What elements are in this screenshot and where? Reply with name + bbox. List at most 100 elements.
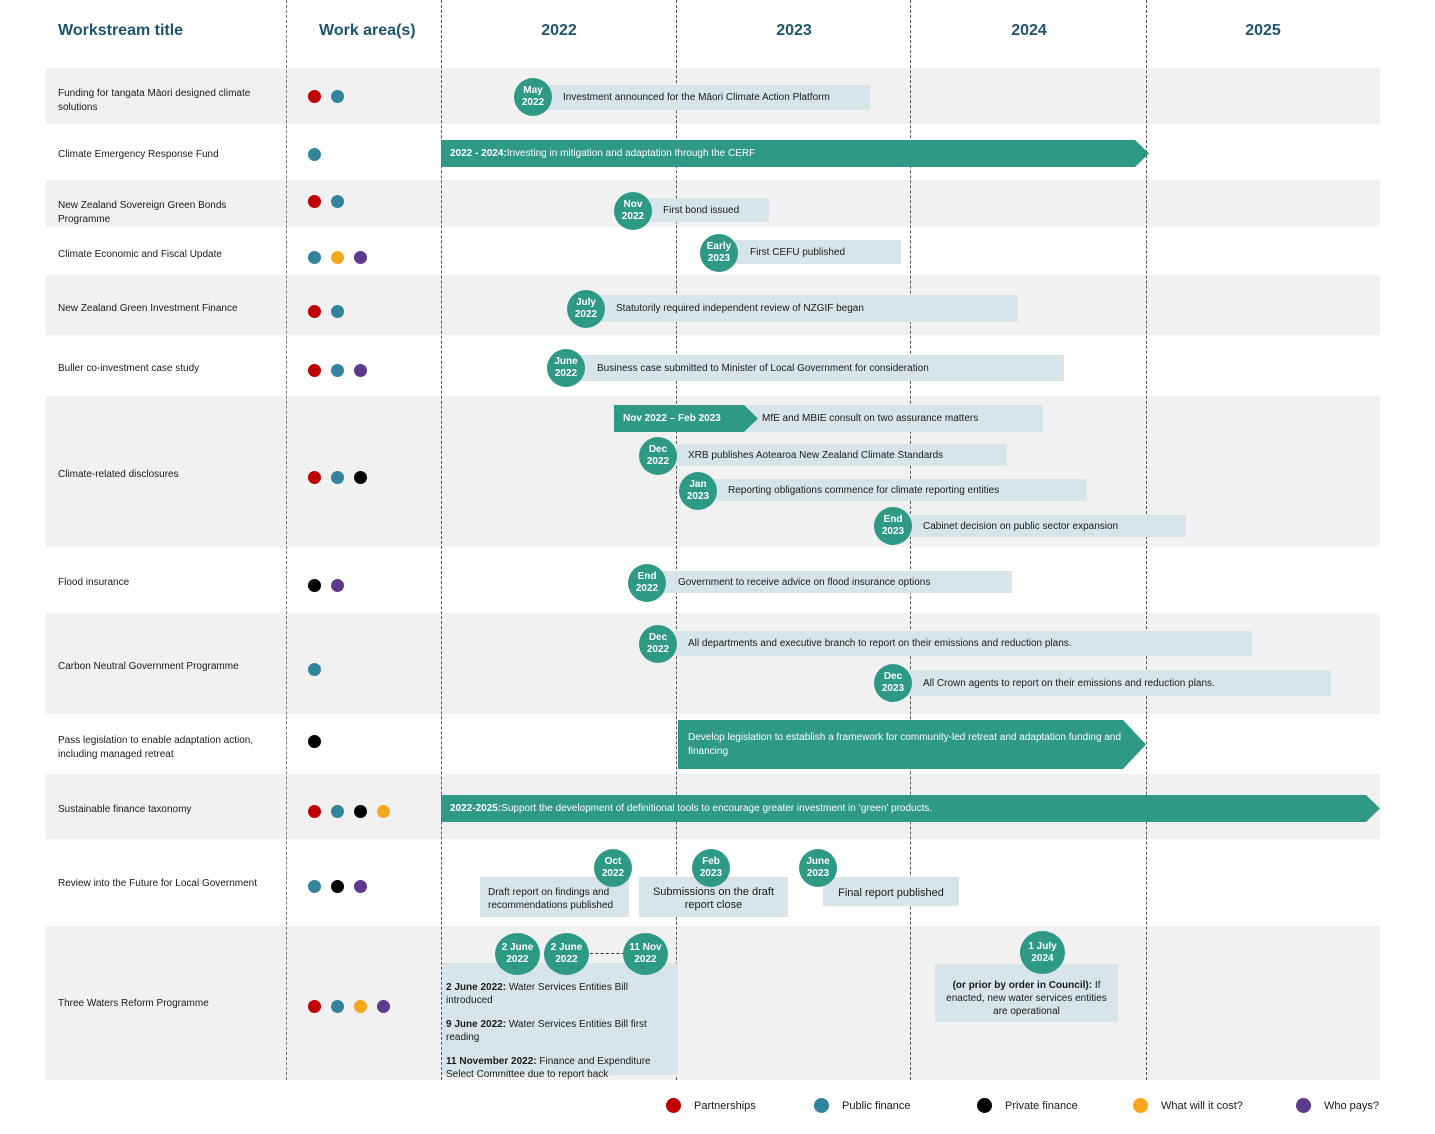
milestone-text: All Crown agents to report on their emis… [923, 677, 1215, 689]
milestone-date-badge: Jan 2023 [679, 472, 717, 510]
year-2024-header: 2024 [1011, 22, 1047, 39]
who-pays-dot-icon [1296, 1098, 1311, 1113]
private-finance-dot-icon [354, 805, 367, 818]
private-finance-dot-icon [331, 880, 344, 893]
milestone-date-badge: End 2023 [874, 507, 912, 545]
milestone-bar: Final report published [823, 877, 959, 906]
public-finance-dot-icon [308, 663, 321, 676]
public-finance-dot-icon [308, 251, 321, 264]
partnerships-dot-icon [308, 195, 321, 208]
workstream-title: Funding for tangata Māori designed clima… [58, 88, 251, 113]
legend-who-pays: Who pays? [1296, 1098, 1379, 1113]
legislation-arrow-label: Develop legislation to establish a frame… [688, 731, 1122, 757]
public-finance-dot-icon [331, 364, 344, 377]
workstream-title: Buller co-investment case study [58, 363, 200, 374]
milestone-text: Reporting obligations commence for clima… [728, 484, 1000, 496]
public-finance-dot-icon [331, 1000, 344, 1013]
workstream-title: Carbon Neutral Government Programme [58, 661, 239, 672]
milestone-text: Business case submitted to Minister of L… [597, 362, 929, 374]
milestone-bar: Business case submitted to Minister of L… [566, 355, 1064, 381]
three-waters-detail-box: 2 June 2022: Water Services Entities Bil… [442, 963, 678, 1080]
public-finance-dot-icon [308, 148, 321, 161]
milestone-date-badge: Dec 2022 [639, 437, 677, 475]
milestone-bar: MfE and MBIE consult on two assurance ma… [735, 405, 1043, 432]
milestone-text: All departments and executive branch to … [688, 638, 1072, 649]
milestone-text: Submissions on the draft report close [652, 886, 775, 911]
workstream-title: Review into the Future for Local Governm… [58, 878, 257, 889]
milestone-date-badge: Feb 2023 [692, 849, 730, 887]
detail-line: 9 June 2022: Water Services Entities Bil… [446, 1019, 647, 1043]
year-2022-header: 2022 [541, 22, 577, 39]
who-pays-dot-icon [354, 251, 367, 264]
milestone-text: Government to receive advice on flood in… [678, 576, 931, 588]
milestone-bar: Government to receive advice on flood in… [647, 571, 1012, 593]
partnerships-dot-icon [666, 1098, 681, 1113]
legend-private-finance: Private finance [977, 1098, 1078, 1113]
private-finance-dot-icon [308, 735, 321, 748]
legend-what-will-it-cost: What will it cost? [1133, 1098, 1243, 1113]
milestone-text: Cabinet decision on public sector expans… [923, 520, 1119, 532]
milestone-text: First CEFU published [750, 246, 846, 258]
milestone-date-badge: Oct 2022 [594, 849, 632, 887]
who-pays-dot-icon [354, 880, 367, 893]
partnerships-dot-icon [308, 90, 321, 103]
milestone-date-badge: Early 2023 [700, 234, 738, 272]
partnerships-dot-icon [308, 471, 321, 484]
milestone-bar: Reporting obligations commence for clima… [698, 479, 1087, 501]
milestone-date-badge: 11 Nov 2022 [623, 933, 668, 975]
detail-line: 2 June 2022: Water Services Entities Bil… [446, 982, 628, 1006]
work-areas-header: Work area(s) [319, 22, 416, 39]
column-divider [286, 0, 287, 1080]
milestone-bar: XRB publishes Aotearoa New Zealand Clima… [658, 444, 1007, 466]
what-will-it-cost-dot-icon [354, 1000, 367, 1013]
who-pays-dot-icon [354, 364, 367, 377]
year-2023-header: 2023 [776, 22, 812, 39]
workstream-title: Pass legislation to enable adaptation ac… [58, 735, 254, 760]
workstream-title: Sustainable finance taxonomy [58, 804, 192, 815]
private-finance-dot-icon [977, 1098, 992, 1113]
milestone-bar: All Crown agents to report on their emis… [893, 670, 1331, 696]
milestone-date-badge: June 2023 [799, 849, 837, 887]
milestone-text: First bond issued [663, 204, 740, 216]
milestone-date-badge: 2 June 2022 [544, 933, 589, 975]
milestone-text: Final report published [838, 887, 944, 899]
milestone-bar: Statutorily required independent review … [586, 295, 1018, 322]
public-finance-dot-icon [308, 880, 321, 893]
milestone-bar: Investment announced for the Māori Clima… [533, 85, 870, 110]
milestone-bar: First CEFU published [720, 240, 901, 264]
workstream-title: New Zealand Green Investment Finance [58, 303, 238, 314]
partnerships-dot-icon [308, 364, 321, 377]
milestone-date-badge: End 2022 [628, 564, 666, 602]
partnerships-dot-icon [308, 305, 321, 318]
milestone-text: Investment announced for the Māori Clima… [563, 92, 830, 103]
what-will-it-cost-dot-icon [1133, 1098, 1148, 1113]
milestone-bar: All departments and executive branch to … [658, 631, 1252, 656]
milestone-bar: Cabinet decision on public sector expans… [893, 515, 1186, 537]
detail-line: 11 November 2022: Finance and Expenditur… [446, 1056, 651, 1080]
year-2025-header: 2025 [1245, 22, 1281, 39]
workstream-title-header: Workstream title [58, 22, 184, 39]
milestone-date-badge: July 2022 [567, 290, 605, 328]
workstream-title: Climate Economic and Fiscal Update [58, 249, 222, 260]
milestone-bar: First bond issued [633, 198, 769, 222]
workstream-title: Flood insurance [58, 577, 130, 588]
milestone-bar: (or prior by order in Council): If enact… [935, 964, 1118, 1022]
who-pays-dot-icon [377, 1000, 390, 1013]
what-will-it-cost-dot-icon [331, 251, 344, 264]
public-finance-dot-icon [331, 471, 344, 484]
milestone-date-badge: 1 July 2024 [1020, 931, 1065, 974]
private-finance-dot-icon [354, 471, 367, 484]
private-finance-dot-icon [308, 579, 321, 592]
workstream-title: Climate-related disclosures [58, 469, 179, 480]
milestone-text: Draft report on findings and recommendat… [488, 887, 614, 911]
public-finance-dot-icon [814, 1098, 829, 1113]
milestone-date-badge: May 2022 [514, 78, 552, 116]
milestone-date-badge: Nov 2022 [614, 192, 652, 230]
milestone-text: XRB publishes Aotearoa New Zealand Clima… [688, 449, 944, 461]
milestone-date-badge: Dec 2022 [639, 625, 677, 663]
workstream-title: New Zealand Sovereign Green Bonds Progra… [58, 200, 227, 225]
partnerships-dot-icon [308, 1000, 321, 1013]
public-finance-dot-icon [331, 305, 344, 318]
workstream-title: Climate Emergency Response Fund [58, 149, 219, 160]
milestone-date-badge: Dec 2023 [874, 664, 912, 702]
